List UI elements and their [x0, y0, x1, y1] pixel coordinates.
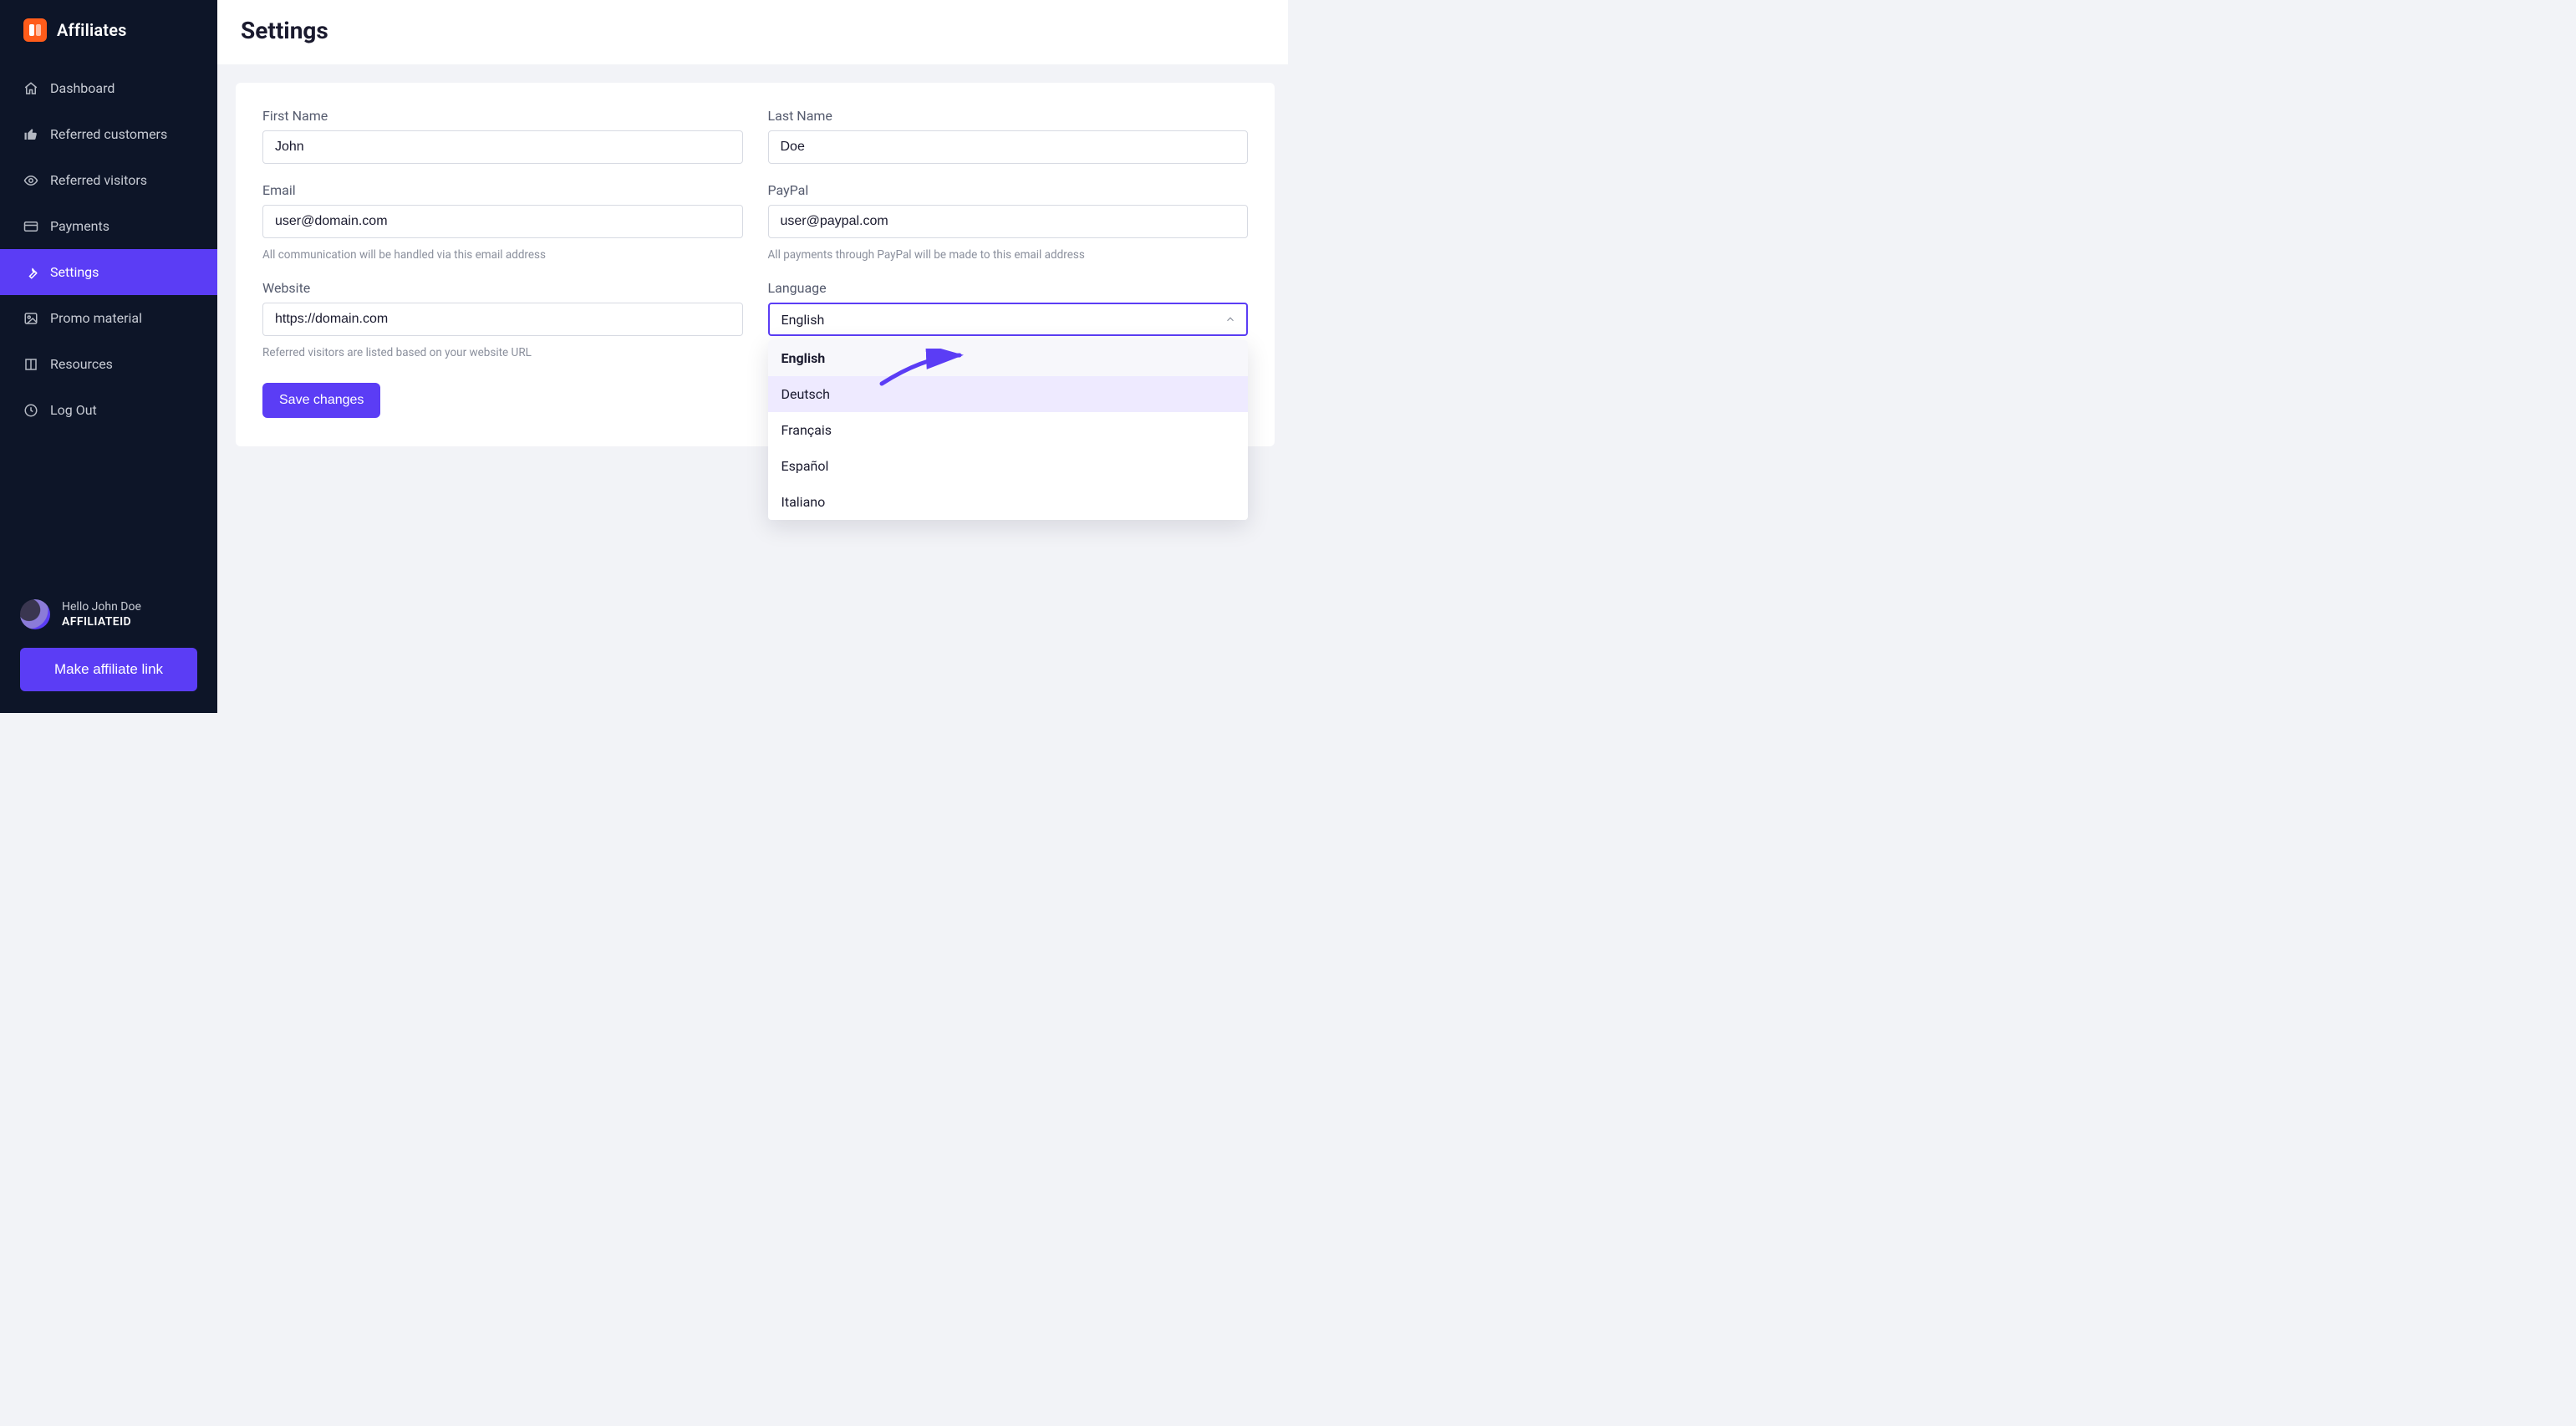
sidebar-item-referred-visitors[interactable]: Referred visitors	[0, 157, 217, 203]
card-icon	[23, 219, 38, 234]
language-option-italiano[interactable]: Italiano	[768, 484, 1249, 520]
user-affiliate-id: AFFILIATEID	[62, 615, 141, 629]
logout-icon	[23, 403, 38, 418]
sidebar-item-label: Resources	[50, 356, 113, 372]
language-label: Language	[768, 280, 1249, 296]
sidebar-item-promo-material[interactable]: Promo material	[0, 295, 217, 341]
sidebar-item-label: Promo material	[50, 310, 142, 326]
sidebar-item-referred-customers[interactable]: Referred customers	[0, 111, 217, 157]
brand-logo-icon	[23, 18, 47, 42]
email-input[interactable]	[262, 205, 743, 238]
sidebar-item-label: Referred customers	[50, 126, 167, 142]
paypal-helper: All payments through PayPal will be made…	[768, 248, 1249, 262]
website-helper: Referred visitors are listed based on yo…	[262, 346, 743, 359]
user-meta: Hello John Doe AFFILIATEID	[62, 600, 141, 629]
sidebar-footer: Hello John Doe AFFILIATEID Make affiliat…	[0, 599, 217, 713]
page-title: Settings	[241, 17, 1265, 44]
chevron-up-icon	[1224, 313, 1236, 325]
language-option-espanol[interactable]: Español	[768, 448, 1249, 484]
paypal-label: PayPal	[768, 182, 1249, 198]
sidebar-item-resources[interactable]: Resources	[0, 341, 217, 387]
website-label: Website	[262, 280, 743, 296]
avatar	[20, 599, 50, 629]
settings-card: First Name Last Name Email All communica…	[236, 83, 1275, 446]
paypal-field: PayPal All payments through PayPal will …	[768, 182, 1249, 262]
language-select-wrap: English	[768, 303, 1249, 336]
language-option-english[interactable]: English	[768, 340, 1249, 376]
first-name-input[interactable]	[262, 130, 743, 164]
language-dropdown: English Deutsch Français Español Italian…	[768, 340, 1249, 520]
save-button[interactable]: Save changes	[262, 383, 380, 418]
eye-icon	[23, 173, 38, 188]
wrench-icon	[23, 265, 38, 280]
sidebar: Affiliates Dashboard Referred customers …	[0, 0, 217, 713]
home-icon	[23, 81, 38, 96]
sidebar-nav: Dashboard Referred customers Referred vi…	[0, 65, 217, 433]
language-option-deutsch[interactable]: Deutsch	[768, 376, 1249, 412]
paypal-input[interactable]	[768, 205, 1249, 238]
language-select[interactable]: English	[768, 303, 1249, 336]
app-root: Affiliates Dashboard Referred customers …	[0, 0, 1288, 713]
email-field: Email All communication will be handled …	[262, 182, 743, 262]
make-affiliate-link-button[interactable]: Make affiliate link	[20, 648, 197, 691]
email-label: Email	[262, 182, 743, 198]
sidebar-item-label: Dashboard	[50, 80, 115, 96]
last-name-label: Last Name	[768, 108, 1249, 124]
main: Settings First Name Last Name Email	[217, 0, 1288, 713]
sidebar-item-label: Payments	[50, 218, 109, 234]
sidebar-item-label: Settings	[50, 264, 99, 280]
language-field: Language English English Deutsch Françai…	[768, 280, 1249, 359]
book-icon	[23, 357, 38, 372]
sidebar-item-logout[interactable]: Log Out	[0, 387, 217, 433]
email-helper: All communication will be handled via th…	[262, 248, 743, 262]
user-hello: Hello John Doe	[62, 600, 141, 614]
user-row: Hello John Doe AFFILIATEID	[20, 599, 197, 629]
language-selected-value: English	[781, 312, 825, 328]
sidebar-item-dashboard[interactable]: Dashboard	[0, 65, 217, 111]
sidebar-item-payments[interactable]: Payments	[0, 203, 217, 249]
content: First Name Last Name Email All communica…	[217, 64, 1288, 465]
language-option-francais[interactable]: Français	[768, 412, 1249, 448]
sidebar-item-label: Log Out	[50, 402, 97, 418]
first-name-field: First Name	[262, 108, 743, 164]
brand: Affiliates	[0, 0, 217, 57]
sidebar-item-label: Referred visitors	[50, 172, 147, 188]
last-name-input[interactable]	[768, 130, 1249, 164]
page-header: Settings	[217, 0, 1288, 64]
website-input[interactable]	[262, 303, 743, 336]
last-name-field: Last Name	[768, 108, 1249, 164]
image-icon	[23, 311, 38, 326]
thumbs-up-icon	[23, 127, 38, 142]
brand-name: Affiliates	[57, 20, 127, 40]
first-name-label: First Name	[262, 108, 743, 124]
sidebar-item-settings[interactable]: Settings	[0, 249, 217, 295]
website-field: Website Referred visitors are listed bas…	[262, 280, 743, 359]
form-grid: First Name Last Name Email All communica…	[262, 108, 1248, 359]
